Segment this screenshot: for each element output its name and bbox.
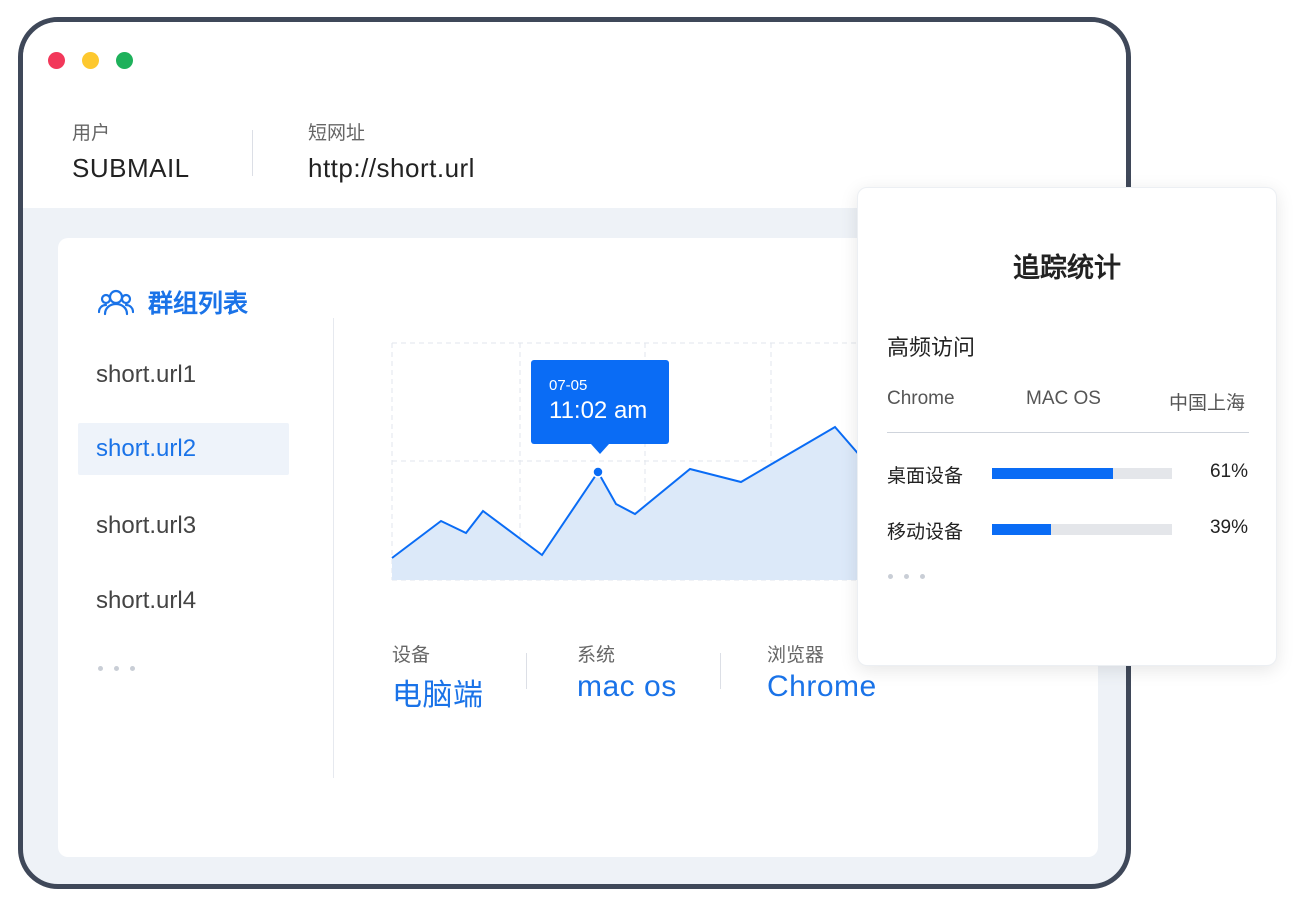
more-devices-icon[interactable]	[888, 574, 925, 579]
browser-value: Chrome	[767, 670, 877, 703]
desktop-percent: 61%	[1209, 461, 1248, 482]
close-dot-icon[interactable]	[48, 52, 65, 69]
header-divider	[252, 130, 253, 176]
stat-divider	[720, 653, 721, 689]
minimize-dot-icon[interactable]	[82, 52, 99, 69]
os-label: 系统	[577, 644, 616, 666]
device-value: 电脑端	[392, 679, 484, 712]
stat-divider	[526, 653, 527, 689]
desktop-progress-bar	[992, 468, 1172, 479]
device-label: 设备	[392, 644, 431, 666]
mobile-percent: 39%	[1209, 517, 1248, 538]
mobile-label: 移动设备	[887, 521, 964, 543]
user-label: 用户	[72, 122, 111, 144]
location-column: 中国上海	[1169, 393, 1246, 414]
os-column: MAC OS	[1026, 388, 1101, 409]
desktop-progress-fill	[992, 468, 1113, 479]
maximize-dot-icon[interactable]	[116, 52, 133, 69]
tooltip-date: 07-05	[549, 377, 588, 394]
short-url-label: 短网址	[308, 122, 366, 144]
frequent-visits-title: 高频访问	[887, 336, 976, 361]
short-url-value: http://short.url	[308, 153, 475, 183]
desktop-label: 桌面设备	[887, 465, 964, 487]
window-header: 用户 SUBMAIL 短网址 http://short.url	[23, 22, 1126, 208]
user-value: SUBMAIL	[72, 153, 190, 183]
tracking-stats-panel: 追踪统计 高频访问 Chrome MAC OS 中国上海 桌面设备 61% 移动…	[857, 187, 1277, 666]
mobile-progress-fill	[992, 524, 1052, 535]
panel-divider	[887, 432, 1249, 433]
panel-title: 追踪统计	[1013, 253, 1121, 284]
browser-column: Chrome	[887, 388, 955, 409]
chart-tooltip: 07-05 11:02 am	[531, 360, 669, 454]
more-groups-icon[interactable]	[98, 666, 135, 671]
os-value: mac os	[577, 670, 677, 703]
browser-label: 浏览器	[767, 644, 825, 666]
tooltip-time: 11:02 am	[549, 397, 648, 424]
chart-highlight-point[interactable]	[592, 466, 604, 478]
mobile-progress-bar	[992, 524, 1172, 535]
